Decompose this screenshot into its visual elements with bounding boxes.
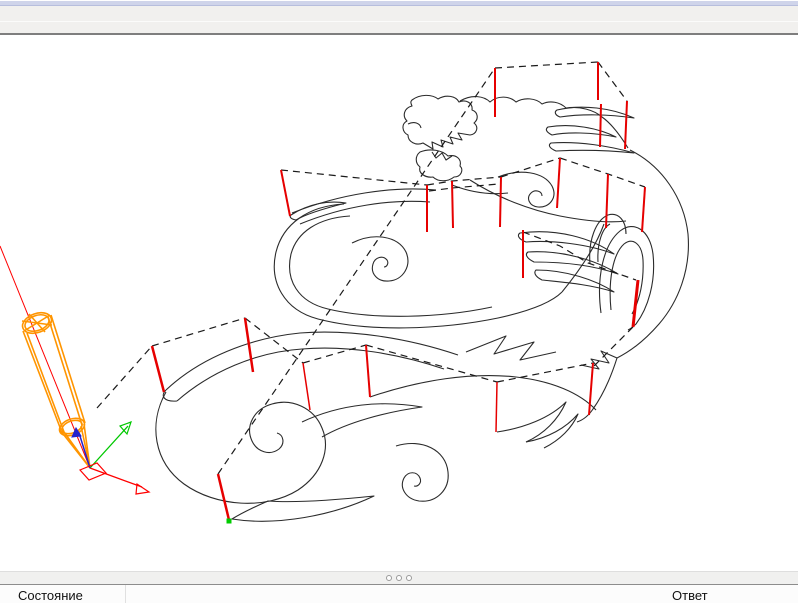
plunge-move-lines bbox=[150, 62, 646, 521]
panel-splitter[interactable] bbox=[0, 571, 798, 585]
column-divider bbox=[125, 585, 126, 603]
grip-dot bbox=[396, 575, 402, 581]
viewport-3d[interactable] bbox=[0, 35, 798, 571]
toolbar-row-1 bbox=[0, 6, 798, 22]
status-table-header: Состояние Ответ bbox=[0, 585, 798, 603]
toolpath-scene[interactable] bbox=[0, 35, 798, 571]
splitter-grip-dots[interactable] bbox=[380, 575, 418, 581]
toolbar-row-2 bbox=[0, 22, 798, 33]
status-column-header: Состояние bbox=[18, 588, 83, 603]
app-window: Состояние Ответ bbox=[0, 0, 798, 603]
endpoint-marker bbox=[226, 518, 232, 524]
answer-column-header: Ответ bbox=[672, 588, 708, 603]
dragon-toolpath-outline bbox=[155, 94, 689, 522]
grip-dot bbox=[386, 575, 392, 581]
rapid-move-lines bbox=[96, 61, 646, 475]
grip-dot bbox=[406, 575, 412, 581]
